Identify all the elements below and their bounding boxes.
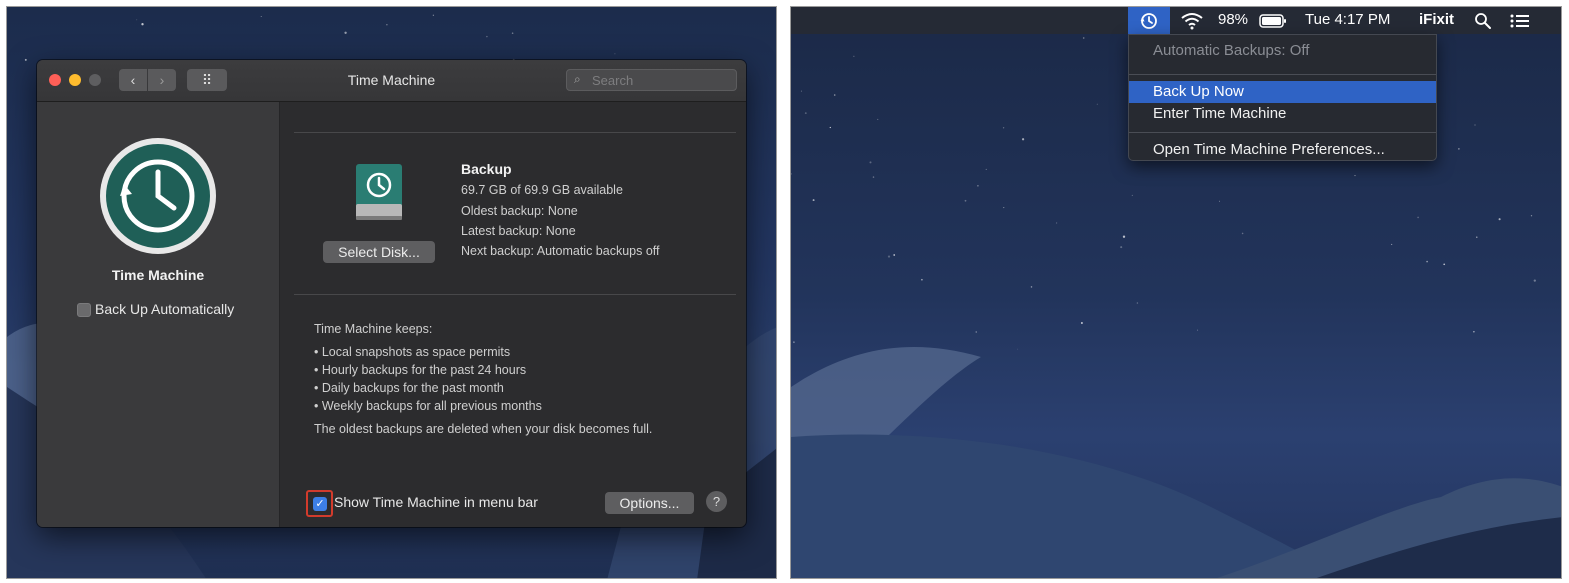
next-backup: Next backup: Automatic backups off [461, 244, 660, 258]
backup-disk-icon [356, 164, 402, 220]
divider [294, 294, 736, 295]
right-screenshot-panel: 98% Tue 4:17 PM iFixit Automatic Backups… [790, 6, 1562, 579]
battery-icon[interactable] [1259, 14, 1287, 28]
menu-separator [1129, 132, 1436, 133]
keeps-item: • Daily backups for the past month [314, 381, 504, 395]
show-in-menu-bar-label[interactable]: Show Time Machine in menu bar [334, 494, 538, 510]
time-machine-dropdown-menu: Automatic Backups: Off Back Up Now Enter… [1128, 34, 1437, 161]
menu-bar: 98% Tue 4:17 PM iFixit [791, 7, 1561, 34]
window-titlebar: ‹ › ⠿ Time Machine ⌕ Search [37, 60, 746, 102]
keeps-heading: Time Machine keeps: [314, 322, 433, 336]
keeps-item: • Weekly backups for all previous months [314, 399, 542, 413]
oldest-backup: Oldest backup: None [461, 204, 578, 218]
menu-item-enter-time-machine[interactable]: Enter Time Machine [1129, 103, 1436, 125]
show-in-menu-bar-checkbox[interactable]: ✓ [306, 490, 333, 517]
menu-bar-clock[interactable]: Tue 4:17 PM [1305, 11, 1390, 28]
keeps-item: • Local snapshots as space permits [314, 345, 511, 359]
time-machine-menu-extra[interactable] [1128, 7, 1170, 34]
search-field[interactable]: ⌕ Search [566, 69, 737, 91]
search-placeholder: Search [592, 73, 634, 88]
menu-separator [1129, 74, 1436, 75]
checkmark-icon: ✓ [313, 497, 327, 511]
sidebar-title: Time Machine [111, 267, 205, 283]
wifi-icon[interactable] [1180, 12, 1204, 30]
back-up-automatically-label[interactable]: Back Up Automatically [95, 301, 234, 317]
menu-item-back-up-now[interactable]: Back Up Now [1129, 81, 1436, 103]
left-screenshot-panel: ‹ › ⠿ Time Machine ⌕ Search Time Machine… [6, 6, 777, 579]
select-disk-button[interactable]: Select Disk... [323, 241, 435, 263]
sidebar: Time Machine Back Up Automatically [37, 102, 280, 527]
menu-item-automatic-backups-status: Automatic Backups: Off [1153, 42, 1310, 59]
time-machine-preferences-window: ‹ › ⠿ Time Machine ⌕ Search Time Machine… [37, 60, 746, 527]
menu-item-open-preferences[interactable]: Open Time Machine Preferences... [1129, 139, 1436, 161]
time-machine-icon [100, 138, 216, 254]
user-name[interactable]: iFixit [1419, 11, 1454, 28]
search-icon: ⌕ [574, 72, 581, 86]
disk-available: 69.7 GB of 69.9 GB available [461, 183, 623, 197]
back-up-automatically-checkbox[interactable] [77, 303, 91, 317]
disk-name: Backup [461, 161, 512, 177]
notification-center-icon[interactable] [1510, 13, 1530, 29]
keeps-item: • Hourly backups for the past 24 hours [314, 363, 527, 377]
main-pane: Select Disk... Backup 69.7 GB of 69.9 GB… [280, 102, 746, 527]
keeps-footer: The oldest backups are deleted when your… [314, 422, 653, 436]
options-button[interactable]: Options... [605, 492, 694, 514]
battery-percentage: 98% [1218, 11, 1249, 28]
spotlight-icon[interactable] [1474, 12, 1492, 30]
help-button[interactable]: ? [706, 491, 727, 512]
latest-backup: Latest backup: None [461, 224, 576, 238]
time-machine-icon [1140, 13, 1157, 29]
divider [294, 132, 736, 133]
